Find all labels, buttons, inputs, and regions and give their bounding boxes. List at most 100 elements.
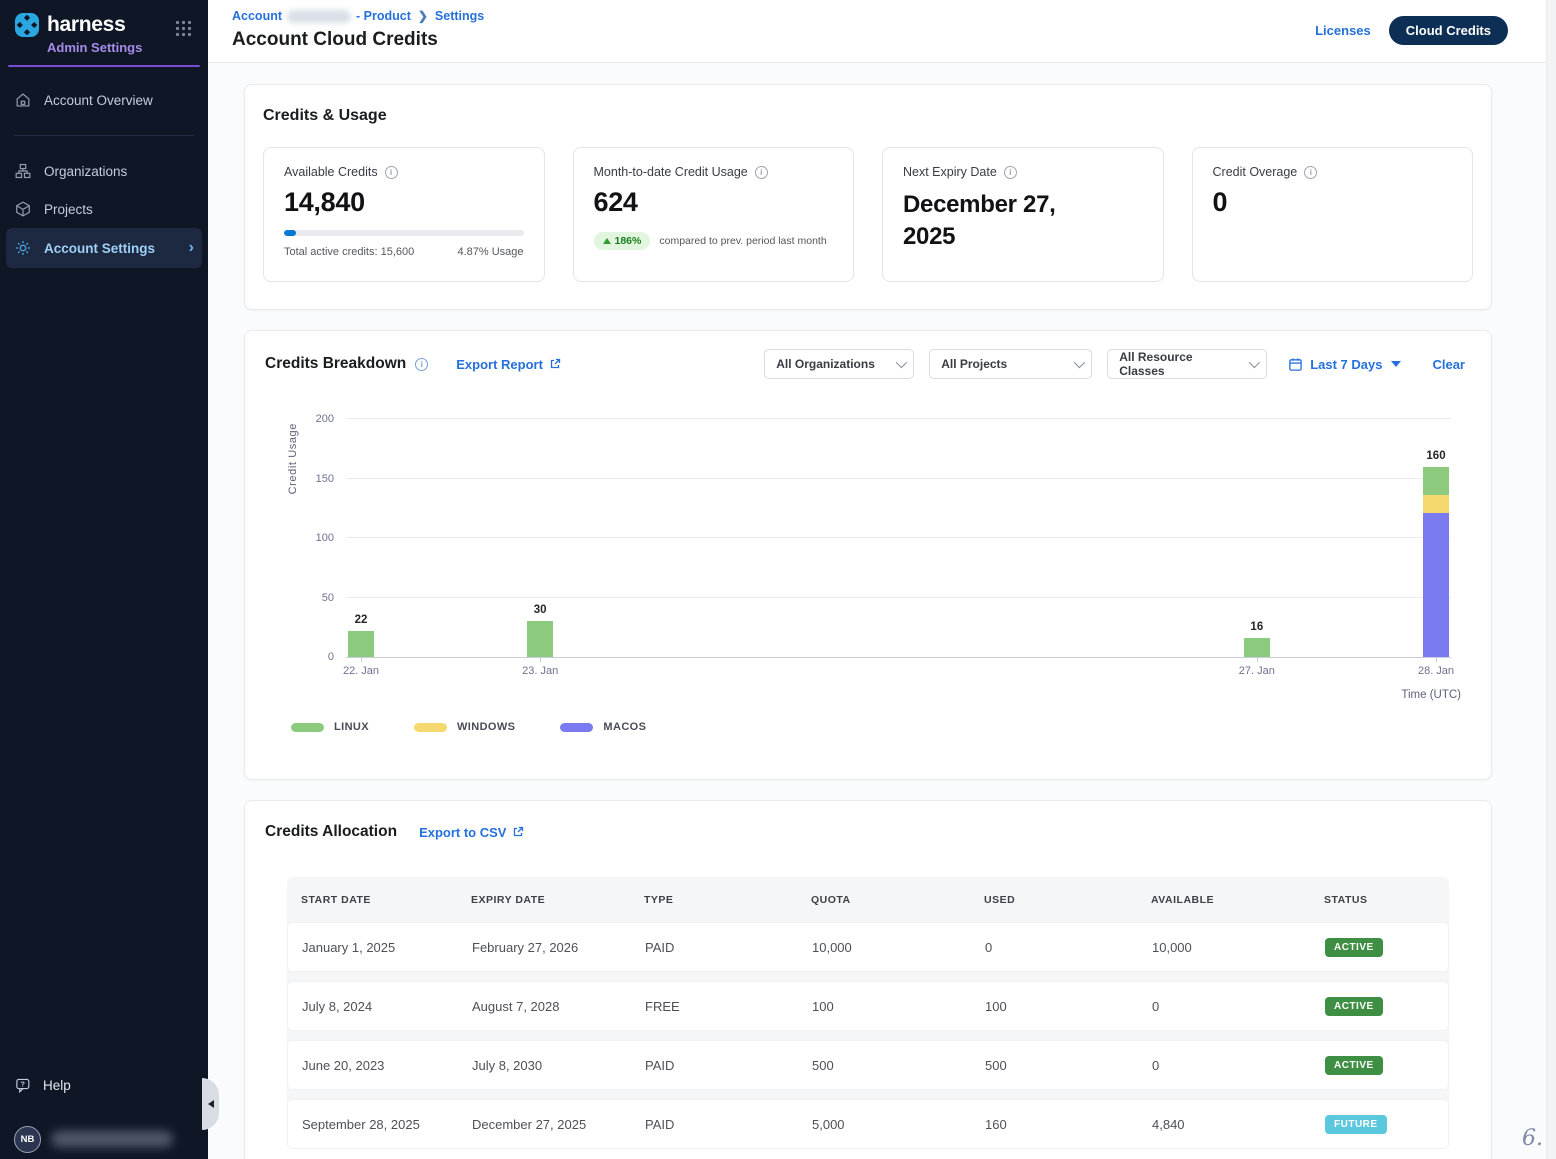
projects-cube-icon — [14, 200, 32, 218]
cell-quota: 100 — [812, 999, 985, 1014]
cell-quota: 500 — [812, 1058, 985, 1073]
cell-expiry-date: December 27, 2025 — [472, 1117, 645, 1132]
resource-classes-filter-dropdown[interactable]: All Resource Classes — [1107, 349, 1267, 379]
user-row[interactable]: NB — [0, 1121, 208, 1159]
info-icon[interactable]: i — [1004, 166, 1017, 179]
credits-progress-fill — [284, 230, 296, 236]
svg-text:?: ? — [20, 1079, 25, 1088]
breadcrumb-account-link[interactable]: Account — [232, 9, 282, 23]
module-subtitle: Admin Settings — [47, 40, 208, 55]
allocation-header: Credits Allocation Export to CSV — [265, 823, 1471, 841]
sidebar-item-account-overview[interactable]: Account Overview — [0, 81, 208, 119]
table-row[interactable]: January 1, 2025 February 27, 2026 PAID 1… — [288, 923, 1448, 971]
column-header-expiry-date: EXPIRY DATE — [471, 894, 644, 906]
available-credits-value: 14,840 — [284, 187, 524, 218]
resource-classes-filter-value: All Resource Classes — [1119, 350, 1241, 378]
cell-start-date: September 28, 2025 — [302, 1117, 472, 1132]
breadcrumb-settings-link[interactable]: Settings — [435, 9, 484, 23]
legend-entry-windows[interactable]: WINDOWS — [414, 721, 515, 733]
organizations-filter-dropdown[interactable]: All Organizations — [764, 349, 914, 379]
breadcrumb: Account - Product ❯ Settings — [232, 9, 484, 23]
calendar-icon — [1288, 357, 1303, 372]
table-header-row: START DATE EXPIRY DATE TYPE QUOTA USED A… — [287, 877, 1449, 923]
legend-entry-linux[interactable]: LINUX — [291, 721, 369, 733]
available-credits-card: Available Credits i 14,840 Total active … — [263, 147, 545, 282]
total-active-credits: Total active credits: 15,600 — [284, 246, 414, 258]
chart-legend: LINUX WINDOWS MACOS — [291, 721, 646, 733]
breakdown-header: Credits Breakdown i Export Report All Or… — [245, 331, 1491, 379]
info-icon[interactable]: i — [385, 166, 398, 179]
cell-available: 10,000 — [1152, 940, 1325, 955]
breadcrumb-product-link[interactable]: - Product — [356, 9, 411, 23]
linux-swatch-icon — [291, 723, 324, 732]
status-badge: ACTIVE — [1325, 1056, 1383, 1075]
scrollbar[interactable] — [1546, 0, 1556, 1159]
available-credits-label: Available Credits — [284, 165, 378, 179]
cell-start-date: January 1, 2025 — [302, 940, 472, 955]
handwritten-annotation: 6. — [1522, 1126, 1543, 1151]
mtd-usage-label: Month-to-date Credit Usage — [594, 165, 748, 179]
status-badge: ACTIVE — [1325, 938, 1383, 957]
info-icon[interactable]: i — [415, 358, 428, 371]
info-icon[interactable]: i — [755, 166, 768, 179]
sidebar-nav: Account Overview Organizations Projects — [0, 81, 208, 268]
date-range-value: Last 7 Days — [1310, 357, 1382, 372]
harness-logo-icon — [14, 12, 40, 38]
credits-breakdown-panel: Credits Breakdown i Export Report All Or… — [244, 330, 1492, 780]
credit-overage-value: 0 — [1213, 187, 1453, 218]
page-title: Account Cloud Credits — [232, 29, 438, 51]
sidebar-bottom: ? Help NB — [0, 1067, 208, 1159]
mtd-usage-card: Month-to-date Credit Usage i 624 186% co… — [573, 147, 855, 282]
legend-entry-macos[interactable]: MACOS — [560, 721, 646, 733]
credit-overage-card: Credit Overage i 0 — [1192, 147, 1474, 282]
export-csv-link[interactable]: Export to CSV — [419, 825, 524, 840]
credits-usage-panel: Credits & Usage Available Credits i 14,8… — [244, 84, 1492, 310]
licenses-link[interactable]: Licenses — [1315, 23, 1371, 38]
avatar[interactable]: NB — [14, 1126, 41, 1153]
sidebar-item-projects[interactable]: Projects — [0, 190, 208, 228]
cell-available: 0 — [1152, 1058, 1325, 1073]
next-expiry-value: December 27, 2025 — [903, 189, 1093, 254]
clear-filters-link[interactable]: Clear — [1432, 357, 1465, 372]
credits-allocation-panel: Credits Allocation Export to CSV START D… — [244, 800, 1492, 1159]
redacted-username — [51, 1131, 173, 1147]
table-row[interactable]: September 28, 2025 December 27, 2025 PAI… — [288, 1100, 1448, 1148]
cell-used: 100 — [985, 999, 1152, 1014]
column-header-quota: QUOTA — [811, 894, 984, 906]
help-button[interactable]: ? Help — [0, 1067, 208, 1103]
column-header-available: AVAILABLE — [1151, 894, 1324, 906]
sidebar-item-label: Organizations — [44, 164, 127, 179]
table-row[interactable]: July 8, 2024 August 7, 2028 FREE 100 100… — [288, 982, 1448, 1030]
column-header-type: TYPE — [644, 894, 811, 906]
export-report-link[interactable]: Export Report — [456, 357, 561, 372]
stat-cards-row: Available Credits i 14,840 Total active … — [263, 147, 1473, 282]
cell-start-date: July 8, 2024 — [302, 999, 472, 1014]
allocation-table: START DATE EXPIRY DATE TYPE QUOTA USED A… — [287, 877, 1449, 1148]
help-label: Help — [43, 1078, 71, 1093]
credit-usage-chart-plot[interactable]: 0501001502002222. Jan3023. Jan1627. Jan1… — [346, 420, 1451, 658]
sidebar-item-account-settings[interactable]: Account Settings › — [6, 228, 202, 268]
date-range-filter[interactable]: Last 7 Days — [1288, 357, 1401, 372]
sidebar-item-label: Projects — [44, 202, 93, 217]
cloud-credits-button[interactable]: Cloud Credits — [1389, 16, 1508, 45]
chevron-right-icon: › — [189, 239, 194, 257]
cell-used: 0 — [985, 940, 1152, 955]
delta-value: 186% — [615, 235, 642, 247]
breadcrumb-separator-icon: ❯ — [418, 9, 428, 23]
external-link-icon — [512, 826, 524, 838]
credits-usage-title: Credits & Usage — [263, 107, 1473, 125]
allocation-title: Credits Allocation — [265, 823, 397, 841]
legend-label: LINUX — [334, 721, 369, 733]
apps-grid-icon[interactable] — [175, 20, 192, 37]
projects-filter-dropdown[interactable]: All Projects — [929, 349, 1092, 379]
cell-start-date: June 20, 2023 — [302, 1058, 472, 1073]
brand-underline — [8, 65, 200, 67]
sidebar-item-organizations[interactable]: Organizations — [0, 152, 208, 190]
table-row[interactable]: June 20, 2023 July 8, 2030 PAID 500 500 … — [288, 1041, 1448, 1089]
info-icon[interactable]: i — [1304, 166, 1317, 179]
breakdown-title: Credits Breakdown — [265, 355, 406, 373]
caret-down-icon — [1391, 361, 1401, 367]
cell-type: FREE — [645, 999, 812, 1014]
credit-overage-label: Credit Overage — [1213, 165, 1298, 179]
column-header-start-date: START DATE — [301, 894, 471, 906]
